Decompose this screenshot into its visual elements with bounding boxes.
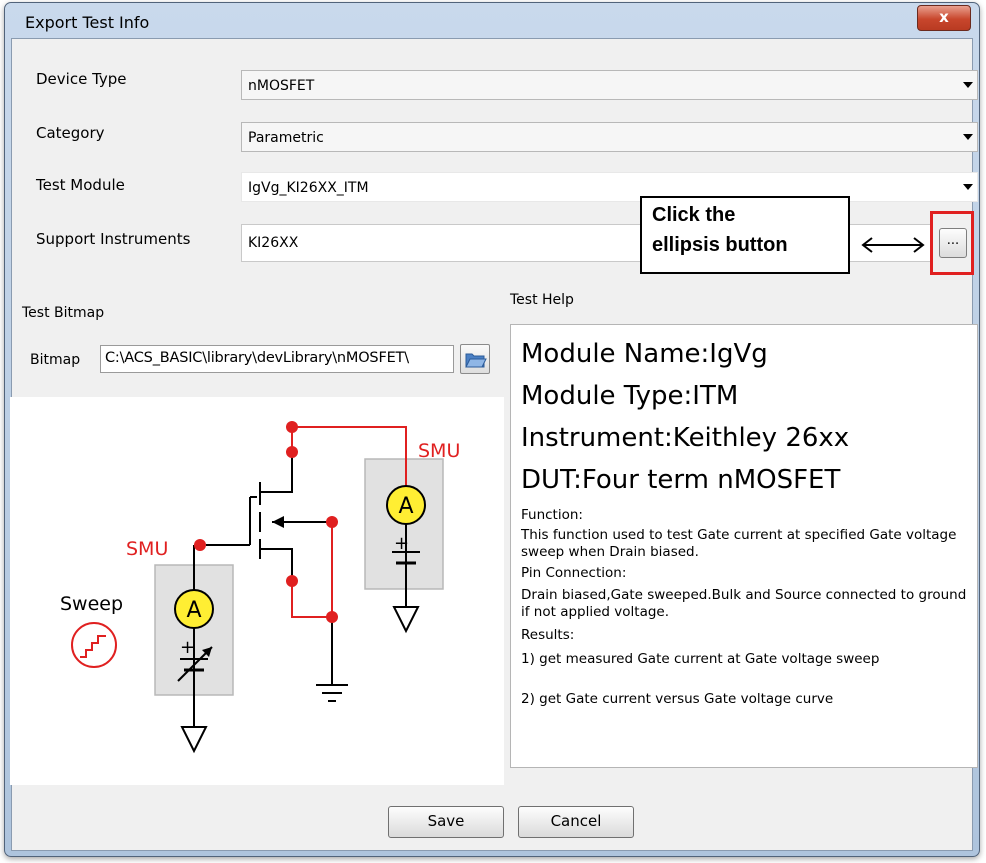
help-pin-heading: Pin Connection: — [521, 565, 627, 581]
bulk-source-wire — [291, 523, 333, 618]
sweep-label: Sweep — [60, 593, 123, 615]
device-type-value: nMOSFET — [248, 78, 315, 94]
category-value: Parametric — [248, 130, 324, 146]
help-result-1: 1) get measured Gate current at Gate vol… — [521, 651, 880, 667]
title-bar: Export Test Info x — [5, 3, 979, 37]
cancel-button[interactable]: Cancel — [518, 806, 634, 838]
chevron-down-icon — [963, 82, 973, 88]
test-help-label: Test Help — [510, 292, 574, 308]
callout-line-2: ellipsis button — [652, 234, 788, 256]
chevron-down-icon — [963, 134, 973, 140]
test-bitmap-diagram: A + SMU A + SMU Sweep — [10, 397, 504, 785]
support-instruments-label: Support Instruments — [36, 230, 191, 248]
callout-line-1: Click the — [652, 204, 736, 226]
ellipsis-highlight: ... — [930, 211, 974, 275]
help-function-text: This function used to test Gate current … — [521, 527, 957, 560]
bitmap-path-value: C:\ACS_BASIC\library\devLibrary\nMOSFET\ — [105, 350, 409, 366]
device-type-select[interactable]: nMOSFET — [241, 70, 978, 100]
drain-ground-icon — [392, 606, 420, 634]
help-module-name: Module Name:IgVg — [521, 339, 768, 369]
window-title: Export Test Info — [25, 13, 150, 32]
svg-text:+: + — [180, 637, 195, 658]
gate-smu-label: SMU — [126, 538, 168, 560]
bitmap-label: Bitmap — [30, 352, 81, 368]
sweep-icon — [71, 622, 117, 668]
bitmap-path-input[interactable]: C:\ACS_BASIC\library\devLibrary\nMOSFET\ — [100, 345, 454, 373]
folder-open-icon[interactable] — [460, 344, 490, 374]
annotation-callout: Click the ellipsis button — [640, 196, 850, 274]
help-instrument: Instrument:Keithley 26xx — [521, 423, 850, 453]
category-select[interactable]: Parametric — [241, 122, 978, 152]
test-module-value: IgVg_KI26XX_ITM — [248, 180, 369, 196]
test-module-label: Test Module — [36, 176, 125, 194]
gate-ground-icon — [180, 726, 208, 754]
chevron-down-icon — [963, 184, 973, 190]
svg-text:+: + — [394, 533, 409, 554]
device-type-label: Device Type — [36, 70, 127, 88]
drain-smu-label: SMU — [418, 440, 460, 462]
close-button[interactable]: x — [917, 5, 971, 31]
help-pin-text: Drain biased,Gate sweeped.Bulk and Sourc… — [521, 587, 967, 620]
svg-text:A: A — [186, 598, 201, 623]
help-results-heading: Results: — [521, 627, 575, 643]
test-module-select[interactable]: IgVg_KI26XX_ITM — [241, 172, 978, 202]
help-dut: DUT:Four term nMOSFET — [521, 465, 841, 495]
category-label: Category — [36, 124, 105, 142]
ellipsis-button[interactable]: ... — [939, 228, 967, 258]
help-module-type: Module Type:ITM — [521, 381, 739, 411]
help-result-2: 2) get Gate current versus Gate voltage … — [521, 691, 834, 707]
drain-ammeter-label: A — [398, 494, 413, 519]
test-bitmap-label: Test Bitmap — [22, 305, 105, 321]
help-function-heading: Function: — [521, 507, 583, 523]
save-button[interactable]: Save — [388, 806, 504, 838]
double-arrow-icon — [861, 237, 925, 253]
test-help-panel: Module Name:IgVg Module Type:ITM Instrum… — [510, 324, 978, 768]
support-instruments-value: KI26XX — [248, 235, 299, 251]
